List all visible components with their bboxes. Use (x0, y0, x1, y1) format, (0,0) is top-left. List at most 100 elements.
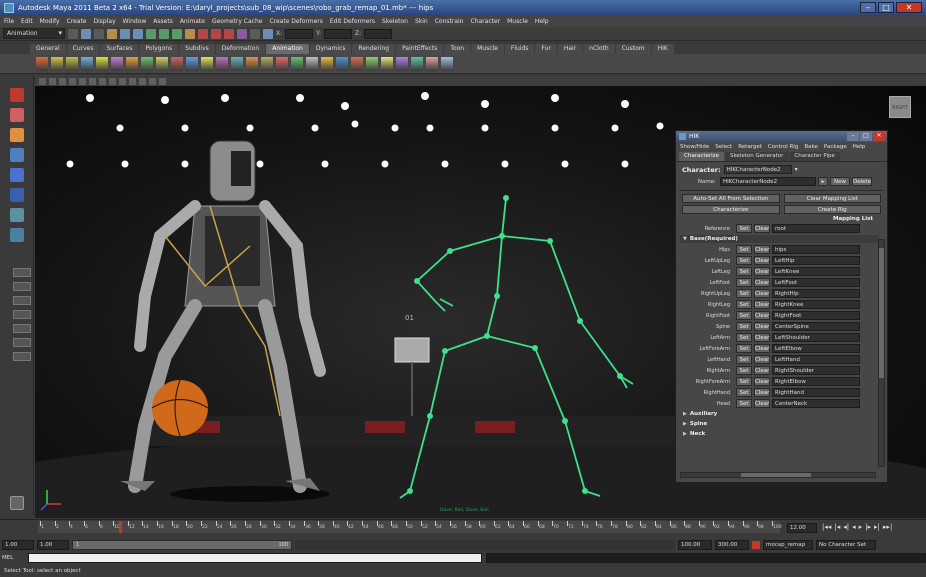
time-ticks[interactable]: 1 2 4 6 8 10 12 14 16 18 20 22 24 26 28 30 32 34 36 38 40 42 4… (38, 521, 782, 533)
menu-skeleton[interactable]: Skeleton (382, 18, 408, 25)
slot-joint-field[interactable]: RightHip (772, 289, 860, 298)
base-section-header[interactable]: ▼ Base(Required) (680, 235, 879, 243)
current-time-field[interactable]: 12.00 (787, 523, 817, 533)
shelf-tool-icon[interactable] (186, 56, 198, 71)
shelf-tab-curves[interactable]: Curves (66, 44, 100, 54)
playback-button[interactable]: ▸| (874, 523, 880, 531)
hik-menu-retarget[interactable]: Retarget (738, 144, 762, 150)
shelf-tool-icon[interactable] (216, 56, 228, 71)
playback-button[interactable]: |◂ (834, 523, 840, 531)
hik-tab-skeleton-generator[interactable]: Skeleton Generator (724, 152, 789, 161)
slot-clear-button[interactable]: Clear (754, 256, 770, 265)
slot-clear-button[interactable]: Clear (754, 278, 770, 287)
shelf-tab-surfaces[interactable]: Surfaces (100, 44, 139, 54)
slot-joint-field[interactable]: LeftShoulder (772, 333, 860, 342)
layout-outliner-icon[interactable] (13, 324, 31, 333)
command-language-label[interactable]: MEL (2, 555, 24, 561)
coord-z-field[interactable] (364, 28, 393, 39)
hik-menu-package[interactable]: Package (824, 144, 847, 150)
shelf-tool-icon[interactable] (66, 56, 78, 71)
shelf-tool-icon[interactable] (246, 56, 258, 71)
time-slider[interactable]: 1 2 4 6 8 10 12 14 16 18 20 22 24 26 28 30 32 34 36 38 40 42 4… (0, 519, 926, 537)
shelf-tool-icon[interactable] (381, 56, 393, 71)
section-header-spine[interactable]: ▶ Spine (680, 420, 879, 428)
save-scene-icon[interactable] (94, 28, 104, 39)
slot-joint-field[interactable]: RightShoulder (772, 366, 860, 375)
shelf-tab-hair[interactable]: Hair (557, 44, 583, 54)
character-dropdown[interactable]: HIKCharacterNode2 (723, 165, 792, 174)
slot-set-button[interactable]: Set (736, 333, 752, 342)
open-scene-icon[interactable] (81, 28, 91, 39)
menu-help[interactable]: Help (535, 18, 549, 25)
shelf-tab-custom[interactable]: Custom (615, 44, 651, 54)
resolution-gate-icon[interactable] (89, 77, 96, 85)
render-frame-icon[interactable] (198, 28, 208, 39)
shelf-tab-fur[interactable]: Fur (535, 44, 557, 54)
slot-set-button[interactable]: Set (736, 311, 752, 320)
reference-set-button[interactable]: Set (736, 224, 752, 233)
slot-clear-button[interactable]: Clear (754, 344, 770, 353)
rename-field-icon[interactable] (263, 28, 273, 39)
hik-menu-bake[interactable]: Bake (804, 144, 818, 150)
shelf-tool-icon[interactable] (81, 56, 93, 71)
hik-tab-character-pipe[interactable]: Character Pipe (789, 152, 840, 161)
create-rig-button[interactable]: Create Rig (783, 205, 881, 214)
shelf-tool-icon[interactable] (51, 56, 63, 71)
close-button[interactable]: ✕ (896, 2, 922, 13)
shelf-tool-icon[interactable] (396, 56, 408, 71)
name-field[interactable]: HIKCharacterNode2 (720, 177, 816, 186)
slot-joint-field[interactable]: RightHand (772, 388, 860, 397)
slot-clear-button[interactable]: Clear (754, 311, 770, 320)
shelf-tool-icon[interactable] (231, 56, 243, 71)
name-arrow-button[interactable]: ▸ (818, 177, 828, 186)
shelf-tab-animation[interactable]: Animation (266, 44, 309, 54)
shelf-tool-icon[interactable] (426, 56, 438, 71)
command-input[interactable] (27, 553, 483, 563)
slot-joint-field[interactable]: RightElbow (772, 377, 860, 386)
playback-button[interactable]: ▸ (859, 523, 863, 531)
menu-set-selector[interactable]: Animation (3, 28, 65, 39)
menu-create-deformers[interactable]: Create Deformers (269, 18, 322, 25)
hik-menu-control-rig[interactable]: Control Rig (768, 144, 798, 150)
playback-start-field[interactable]: 1.00 (37, 539, 69, 550)
shelf-tab-dynamics[interactable]: Dynamics (309, 44, 352, 54)
shelf-tool-icon[interactable] (156, 56, 168, 71)
menu-edit[interactable]: Edit (21, 18, 33, 25)
slot-set-button[interactable]: Set (736, 322, 752, 331)
menu-character[interactable]: Character (471, 18, 501, 25)
shelf-tool-icon[interactable] (36, 56, 48, 71)
menu-window[interactable]: Window (123, 18, 147, 25)
slot-joint-field[interactable]: CenterNeck (772, 399, 860, 408)
new-button[interactable]: New (830, 177, 850, 186)
shelf-tab-general[interactable]: General (30, 44, 66, 54)
shelf-tool-icon[interactable] (411, 56, 423, 71)
slot-joint-field[interactable]: LeftHand (772, 355, 860, 364)
menu-skin[interactable]: Skin (415, 18, 428, 25)
slot-joint-field[interactable]: LeftHip (772, 256, 860, 265)
slot-clear-button[interactable]: Clear (754, 267, 770, 276)
menu-animate[interactable]: Animate (180, 18, 205, 25)
ipr-render-icon[interactable] (211, 28, 221, 39)
slot-set-button[interactable]: Set (736, 355, 752, 364)
shelf-tool-icon[interactable] (111, 56, 123, 71)
scrollbar-thumb[interactable] (879, 248, 884, 378)
scale-tool-icon[interactable] (10, 188, 24, 202)
camera-attr-icon[interactable] (39, 77, 46, 85)
slot-clear-button[interactable]: Clear (754, 300, 770, 309)
hik-minimize-button[interactable]: – (847, 132, 859, 141)
characterize-button[interactable]: Characterize (682, 205, 780, 214)
slot-clear-button[interactable]: Clear (754, 245, 770, 254)
slot-joint-field[interactable]: LeftKnee (772, 267, 860, 276)
shelf-tab-polygons[interactable]: Polygons (139, 44, 179, 54)
slot-set-button[interactable]: Set (736, 399, 752, 408)
clear-mapping-button[interactable]: Clear Mapping List (783, 194, 881, 203)
shelf-tool-icon[interactable] (126, 56, 138, 71)
select-tool-icon[interactable] (10, 88, 24, 102)
hik-close-button[interactable]: ✕ (873, 132, 885, 141)
character-set-field[interactable]: No Character Set (816, 539, 876, 550)
paint-select-icon[interactable] (10, 128, 24, 142)
slot-set-button[interactable]: Set (736, 366, 752, 375)
reference-field[interactable]: root (772, 224, 860, 233)
layout-four-icon[interactable] (13, 282, 31, 291)
lights-icon[interactable] (129, 77, 136, 85)
